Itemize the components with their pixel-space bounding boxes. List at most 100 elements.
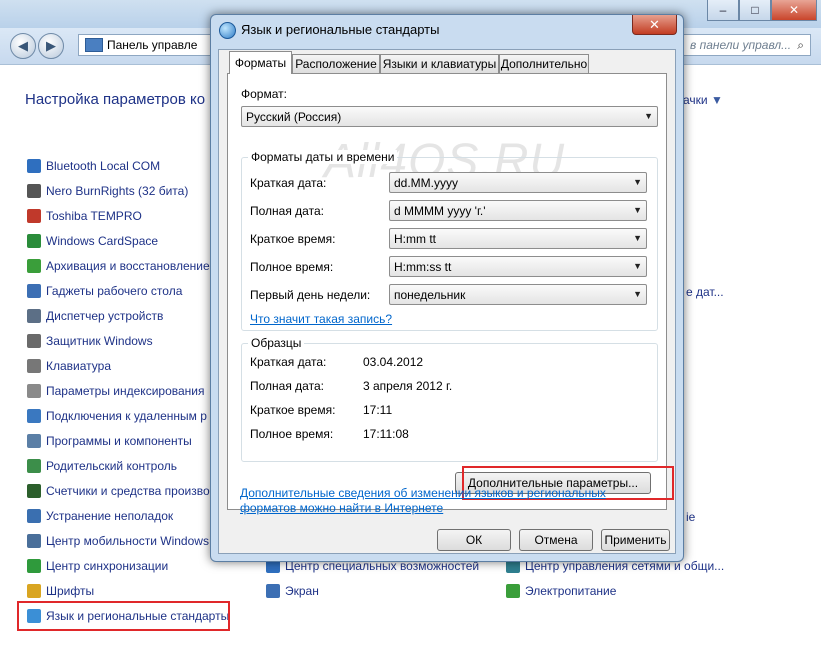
control-panel-item[interactable]: Защитник Windows xyxy=(27,332,153,350)
control-panel-item-icon xyxy=(266,584,280,598)
control-panel-item-label: Диспетчер устройств xyxy=(46,309,164,323)
control-panel-item-label: Параметры индексирования xyxy=(46,384,205,398)
ok-button[interactable]: ОК xyxy=(437,529,511,551)
datetime-select-value: понедельник xyxy=(394,287,466,302)
what-means-link[interactable]: Что значит такая запись? xyxy=(250,312,392,326)
format-label: Формат: xyxy=(241,87,287,101)
datetime-select-value: dd.MM.yyyy xyxy=(394,175,459,190)
control-panel-item[interactable]: Гаджеты рабочего стола xyxy=(27,282,182,300)
format-select[interactable]: Русский (Россия) ▼ xyxy=(241,106,658,127)
control-panel-item-label: Гаджеты рабочего стола xyxy=(46,284,183,298)
datetime-select[interactable]: понедельник ▼ xyxy=(389,284,647,305)
tab-formats[interactable]: Форматы xyxy=(229,51,292,74)
control-panel-item-icon xyxy=(27,234,41,248)
globe-icon xyxy=(219,22,236,39)
sample-label: Краткое время: xyxy=(250,403,336,417)
sample-value: 17:11 xyxy=(363,403,393,417)
control-panel-item[interactable]: Родительский контроль xyxy=(27,457,177,475)
control-panel-item[interactable]: Центр синхронизации xyxy=(27,557,168,575)
control-panel-item[interactable]: Клавиатура xyxy=(27,357,111,375)
close-button[interactable]: ✕ xyxy=(771,0,817,21)
dialog-titlebar: Язык и региональные стандарты ✕ xyxy=(211,15,683,43)
control-panel-item[interactable]: Экран xyxy=(266,582,319,600)
control-panel-item[interactable]: Счетчики и средства произво xyxy=(27,482,210,500)
datetime-select-value: d MMMM yyyy 'г.' xyxy=(394,203,486,218)
control-panel-item-label: Шрифты xyxy=(46,584,95,598)
region-dialog: Язык и региональные стандарты ✕ Форматы … xyxy=(210,14,684,562)
control-panel-item[interactable]: Шрифты xyxy=(27,582,94,600)
tab-location[interactable]: Расположение xyxy=(292,54,380,73)
datetime-select[interactable]: dd.MM.yyyy ▼ xyxy=(389,172,647,193)
control-panel-item-icon xyxy=(27,434,41,448)
arrow-left-icon: ◀ xyxy=(18,38,28,53)
samples-group: Образцы Краткая дата: 03.04.2012 Полная да… xyxy=(241,336,658,462)
control-panel-item[interactable]: Bluetooth Local COM xyxy=(27,157,160,175)
view-by-label: ачки xyxy=(683,93,708,107)
info-link[interactable]: Дополнительные сведения об изменении язы… xyxy=(240,486,606,500)
control-panel-item-icon xyxy=(506,584,520,598)
dialog-close-button[interactable]: ✕ xyxy=(632,15,677,35)
control-panel-item-icon xyxy=(27,259,41,273)
control-panel-item[interactable]: Windows CardSpace xyxy=(27,232,158,250)
maximize-button[interactable]: □ xyxy=(739,0,771,21)
tab-keyboards[interactable]: Языки и клавиатуры xyxy=(380,54,499,73)
control-panel-item-icon xyxy=(27,584,41,598)
datetime-label: Полная дата: xyxy=(250,204,324,218)
sample-label: Полное время: xyxy=(250,427,334,441)
control-panel-item-icon xyxy=(27,309,41,323)
control-panel-item-icon xyxy=(27,159,41,173)
control-panel-item[interactable]: Программы и компоненты xyxy=(27,432,192,450)
control-panel-item-fragment[interactable]: ie xyxy=(686,510,695,524)
control-panel-item-icon xyxy=(27,184,41,198)
datetime-label: Краткая дата: xyxy=(250,176,327,190)
control-panel-item-fragment[interactable]: е дат... xyxy=(686,285,724,299)
control-panel-item-icon xyxy=(27,409,41,423)
sample-value: 17:11:08 xyxy=(363,427,409,441)
control-panel-item[interactable]: Центр мобильности Windows xyxy=(27,532,209,550)
control-panel-item[interactable]: Устранение неполадок xyxy=(27,507,173,525)
control-panel-item-label: Архивация и восстановление xyxy=(46,259,210,273)
control-panel-item[interactable]: Подключения к удаленным р xyxy=(27,407,207,425)
control-panel-item[interactable]: Nero BurnRights (32 бита) xyxy=(27,182,188,200)
dropdown-arrow-icon: ▼ xyxy=(633,205,642,215)
control-panel-item[interactable]: Электропитание xyxy=(506,582,616,600)
datetime-select[interactable]: H:mm tt ▼ xyxy=(389,228,647,249)
control-panel-item[interactable]: Архивация и восстановление xyxy=(27,257,210,275)
control-panel-item-label: Экран xyxy=(285,584,319,598)
arrow-right-icon: ▶ xyxy=(46,38,56,53)
control-panel-item[interactable]: Диспетчер устройств xyxy=(27,307,163,325)
apply-button[interactable]: Применить xyxy=(601,529,670,551)
datetime-label: Краткое время: xyxy=(250,232,336,246)
forward-button[interactable]: ▶ xyxy=(38,33,64,59)
search-input[interactable]: в панели управл... ⌕ xyxy=(683,34,811,56)
cancel-button[interactable]: Отмена xyxy=(519,529,593,551)
datetime-select[interactable]: H:mm:ss tt ▼ xyxy=(389,256,647,277)
group-title: Образцы xyxy=(248,336,305,350)
datetime-formats-group: Форматы даты и времени Краткая дата: dd.M… xyxy=(241,150,658,331)
control-panel-item[interactable]: Toshiba TEMPRO xyxy=(27,207,142,225)
back-button[interactable]: ◀ xyxy=(10,33,36,59)
dropdown-arrow-icon: ▼ xyxy=(633,289,642,299)
dropdown-arrow-icon: ▼ xyxy=(633,177,642,187)
control-panel-item-label: Nero BurnRights (32 бита) xyxy=(46,184,189,198)
minimize-button[interactable]: – xyxy=(707,0,739,21)
tab-advanced[interactable]: Дополнительно xyxy=(499,54,589,73)
control-panel-item-label: Защитник Windows xyxy=(46,334,153,348)
datetime-label: Полное время: xyxy=(250,260,334,274)
dropdown-arrow-icon: ▼ xyxy=(633,233,642,243)
sample-value: 3 апреля 2012 г. xyxy=(363,379,453,393)
datetime-select[interactable]: d MMMM yyyy 'г.' ▼ xyxy=(389,200,647,221)
sample-label: Краткая дата: xyxy=(250,355,327,369)
control-panel-item-icon xyxy=(27,534,41,548)
format-select-value: Русский (Россия) xyxy=(246,109,342,124)
control-panel-item[interactable]: Параметры индексирования xyxy=(27,382,204,400)
control-panel-item-icon xyxy=(27,484,41,498)
address-field[interactable]: Панель управле xyxy=(78,34,214,56)
search-placeholder: в панели управл... xyxy=(690,38,792,52)
control-panel-item-icon xyxy=(27,559,41,573)
info-link[interactable]: форматов можно найти в Интернете xyxy=(240,501,443,515)
control-panel-item-label: Windows CardSpace xyxy=(46,234,159,248)
control-panel-item-icon xyxy=(27,359,41,373)
view-by-link[interactable]: ачки ▼ xyxy=(683,93,723,107)
control-panel-item-label: Электропитание xyxy=(525,584,617,598)
